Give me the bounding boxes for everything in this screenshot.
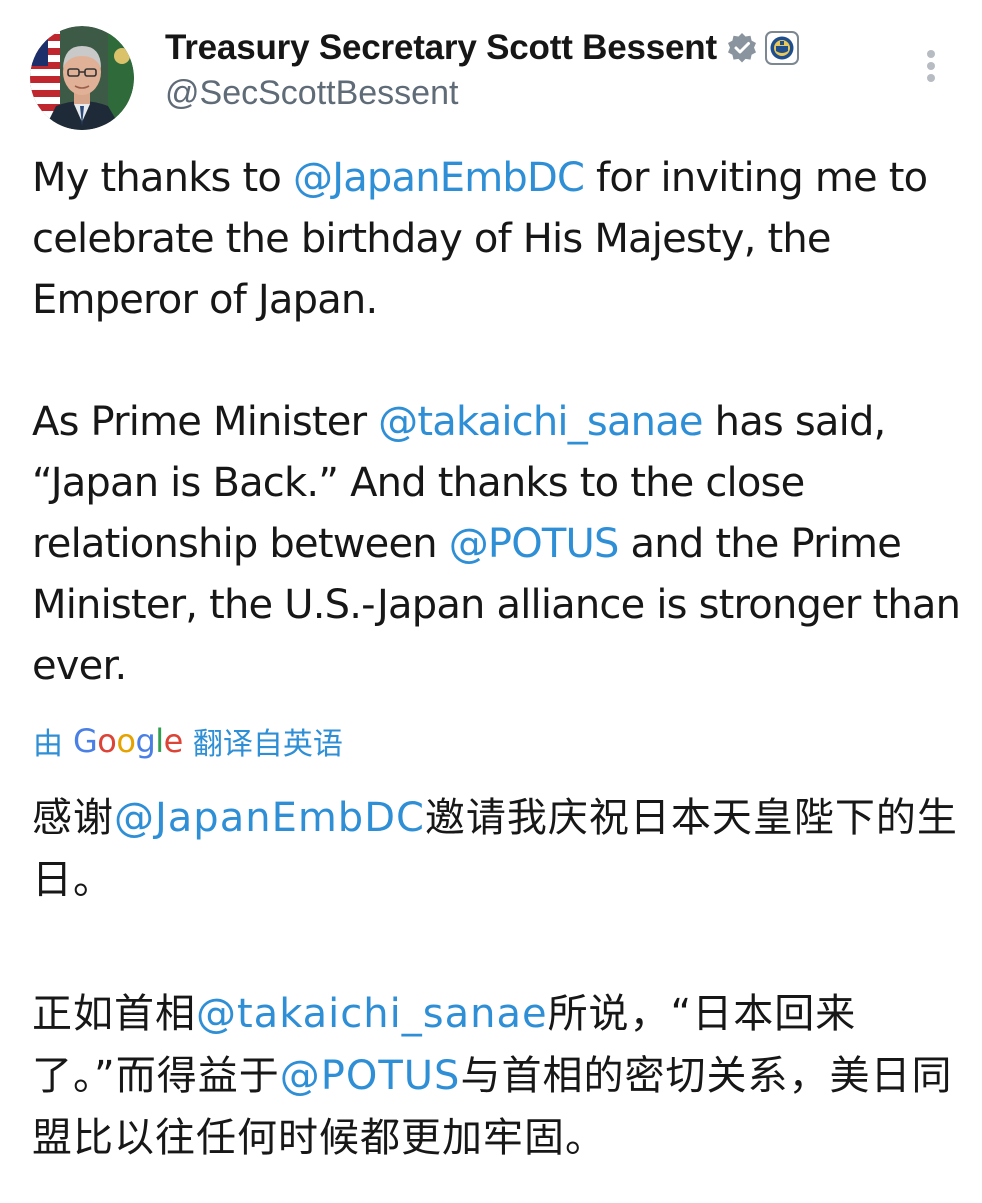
google-letter: l: [155, 722, 164, 760]
post-header: Treasury Secretary Scott Bessent @SecSco…: [0, 0, 982, 140]
translated-paragraph-2: 正如首相@takaichi_sanae所说，“日本回来了。”而得益于@POTUS…: [32, 983, 962, 1169]
treasury-seal-icon[interactable]: [764, 31, 799, 65]
post-text: My thanks to: [32, 155, 293, 201]
google-letter: G: [73, 722, 98, 760]
avatar-photo: [30, 26, 134, 130]
mention-link[interactable]: @POTUS: [280, 1053, 461, 1099]
mention-link[interactable]: @POTUS: [449, 521, 620, 567]
author-display-name[interactable]: Treasury Secretary Scott Bessent: [165, 28, 717, 68]
google-letter: g: [135, 722, 156, 760]
translated-paragraph-1: 感谢@JapanEmbDC邀请我庆祝日本天皇陛下的生日。: [32, 787, 962, 911]
translated-text: 正如首相: [32, 991, 196, 1037]
translation-suffix: 翻译自英语: [192, 727, 343, 762]
translation-attribution[interactable]: 由 Google 翻译自英语: [33, 718, 343, 764]
translation-prefix: 由: [33, 727, 63, 762]
mention-link[interactable]: @takaichi_sanae: [378, 399, 703, 445]
translated-text: 感谢: [32, 795, 114, 841]
mention-link[interactable]: @JapanEmbDC: [114, 795, 425, 841]
author-avatar[interactable]: [30, 26, 134, 130]
mention-link[interactable]: @JapanEmbDC: [293, 155, 585, 201]
google-logo: Google: [73, 722, 183, 760]
more-options-icon[interactable]: [916, 46, 946, 86]
google-letter: o: [97, 722, 117, 760]
author-handle[interactable]: @SecScottBessent: [165, 74, 458, 113]
author-name-row: Treasury Secretary Scott Bessent: [165, 26, 799, 70]
post-text: As Prime Minister: [32, 399, 379, 445]
post-paragraph-1: My thanks to @JapanEmbDC for inviting me…: [32, 148, 962, 331]
post-paragraph-2: As Prime Minister @takaichi_sanae has sa…: [32, 392, 962, 697]
mention-link[interactable]: @takaichi_sanae: [196, 991, 548, 1037]
google-letter: e: [163, 722, 184, 760]
verified-badge-icon[interactable]: [725, 31, 759, 65]
google-letter: o: [116, 722, 136, 760]
